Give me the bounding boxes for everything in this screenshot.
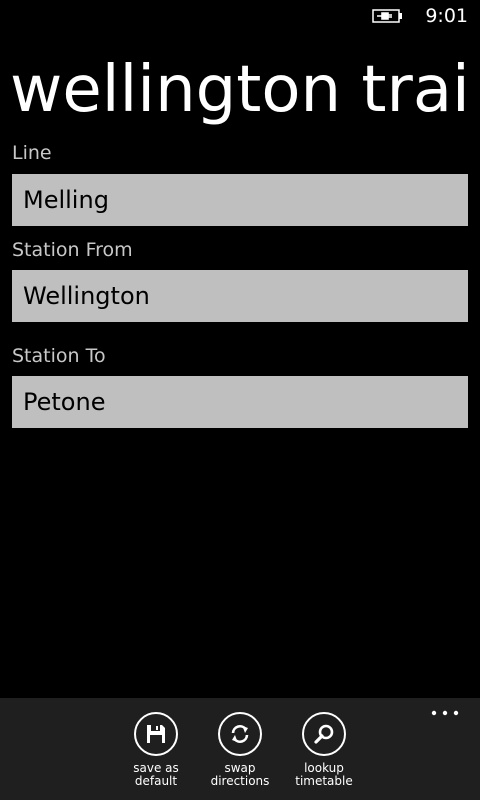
page-title: wellington train [10,53,468,127]
more-icon[interactable] [430,708,460,718]
search-icon-circle [302,712,346,756]
status-bar: 9:01 [0,0,480,32]
station-from-label: Station From [12,239,133,261]
save-as-default-label: save as default [133,761,179,788]
app-bar: save as default swap directions lookup t… [0,698,480,800]
refresh-icon-circle [218,712,262,756]
station-to-label: Station To [12,345,106,367]
swap-directions-label: swap directions [210,761,270,788]
save-as-default-button[interactable]: save as default [111,712,201,788]
station-from-picker[interactable]: Wellington [12,270,468,322]
station-to-picker[interactable]: Petone [12,376,468,428]
lookup-timetable-button[interactable]: lookup timetable [279,712,369,788]
line-picker[interactable]: Melling [12,174,468,226]
save-icon [147,725,165,743]
line-label: Line [12,142,52,164]
lookup-timetable-label: lookup timetable [295,761,353,788]
refresh-icon [231,725,249,743]
clock: 9:01 [425,5,468,27]
search-icon [314,724,334,744]
save-icon-circle [134,712,178,756]
swap-directions-button[interactable]: swap directions [195,712,285,788]
battery-charging-icon [372,9,402,23]
